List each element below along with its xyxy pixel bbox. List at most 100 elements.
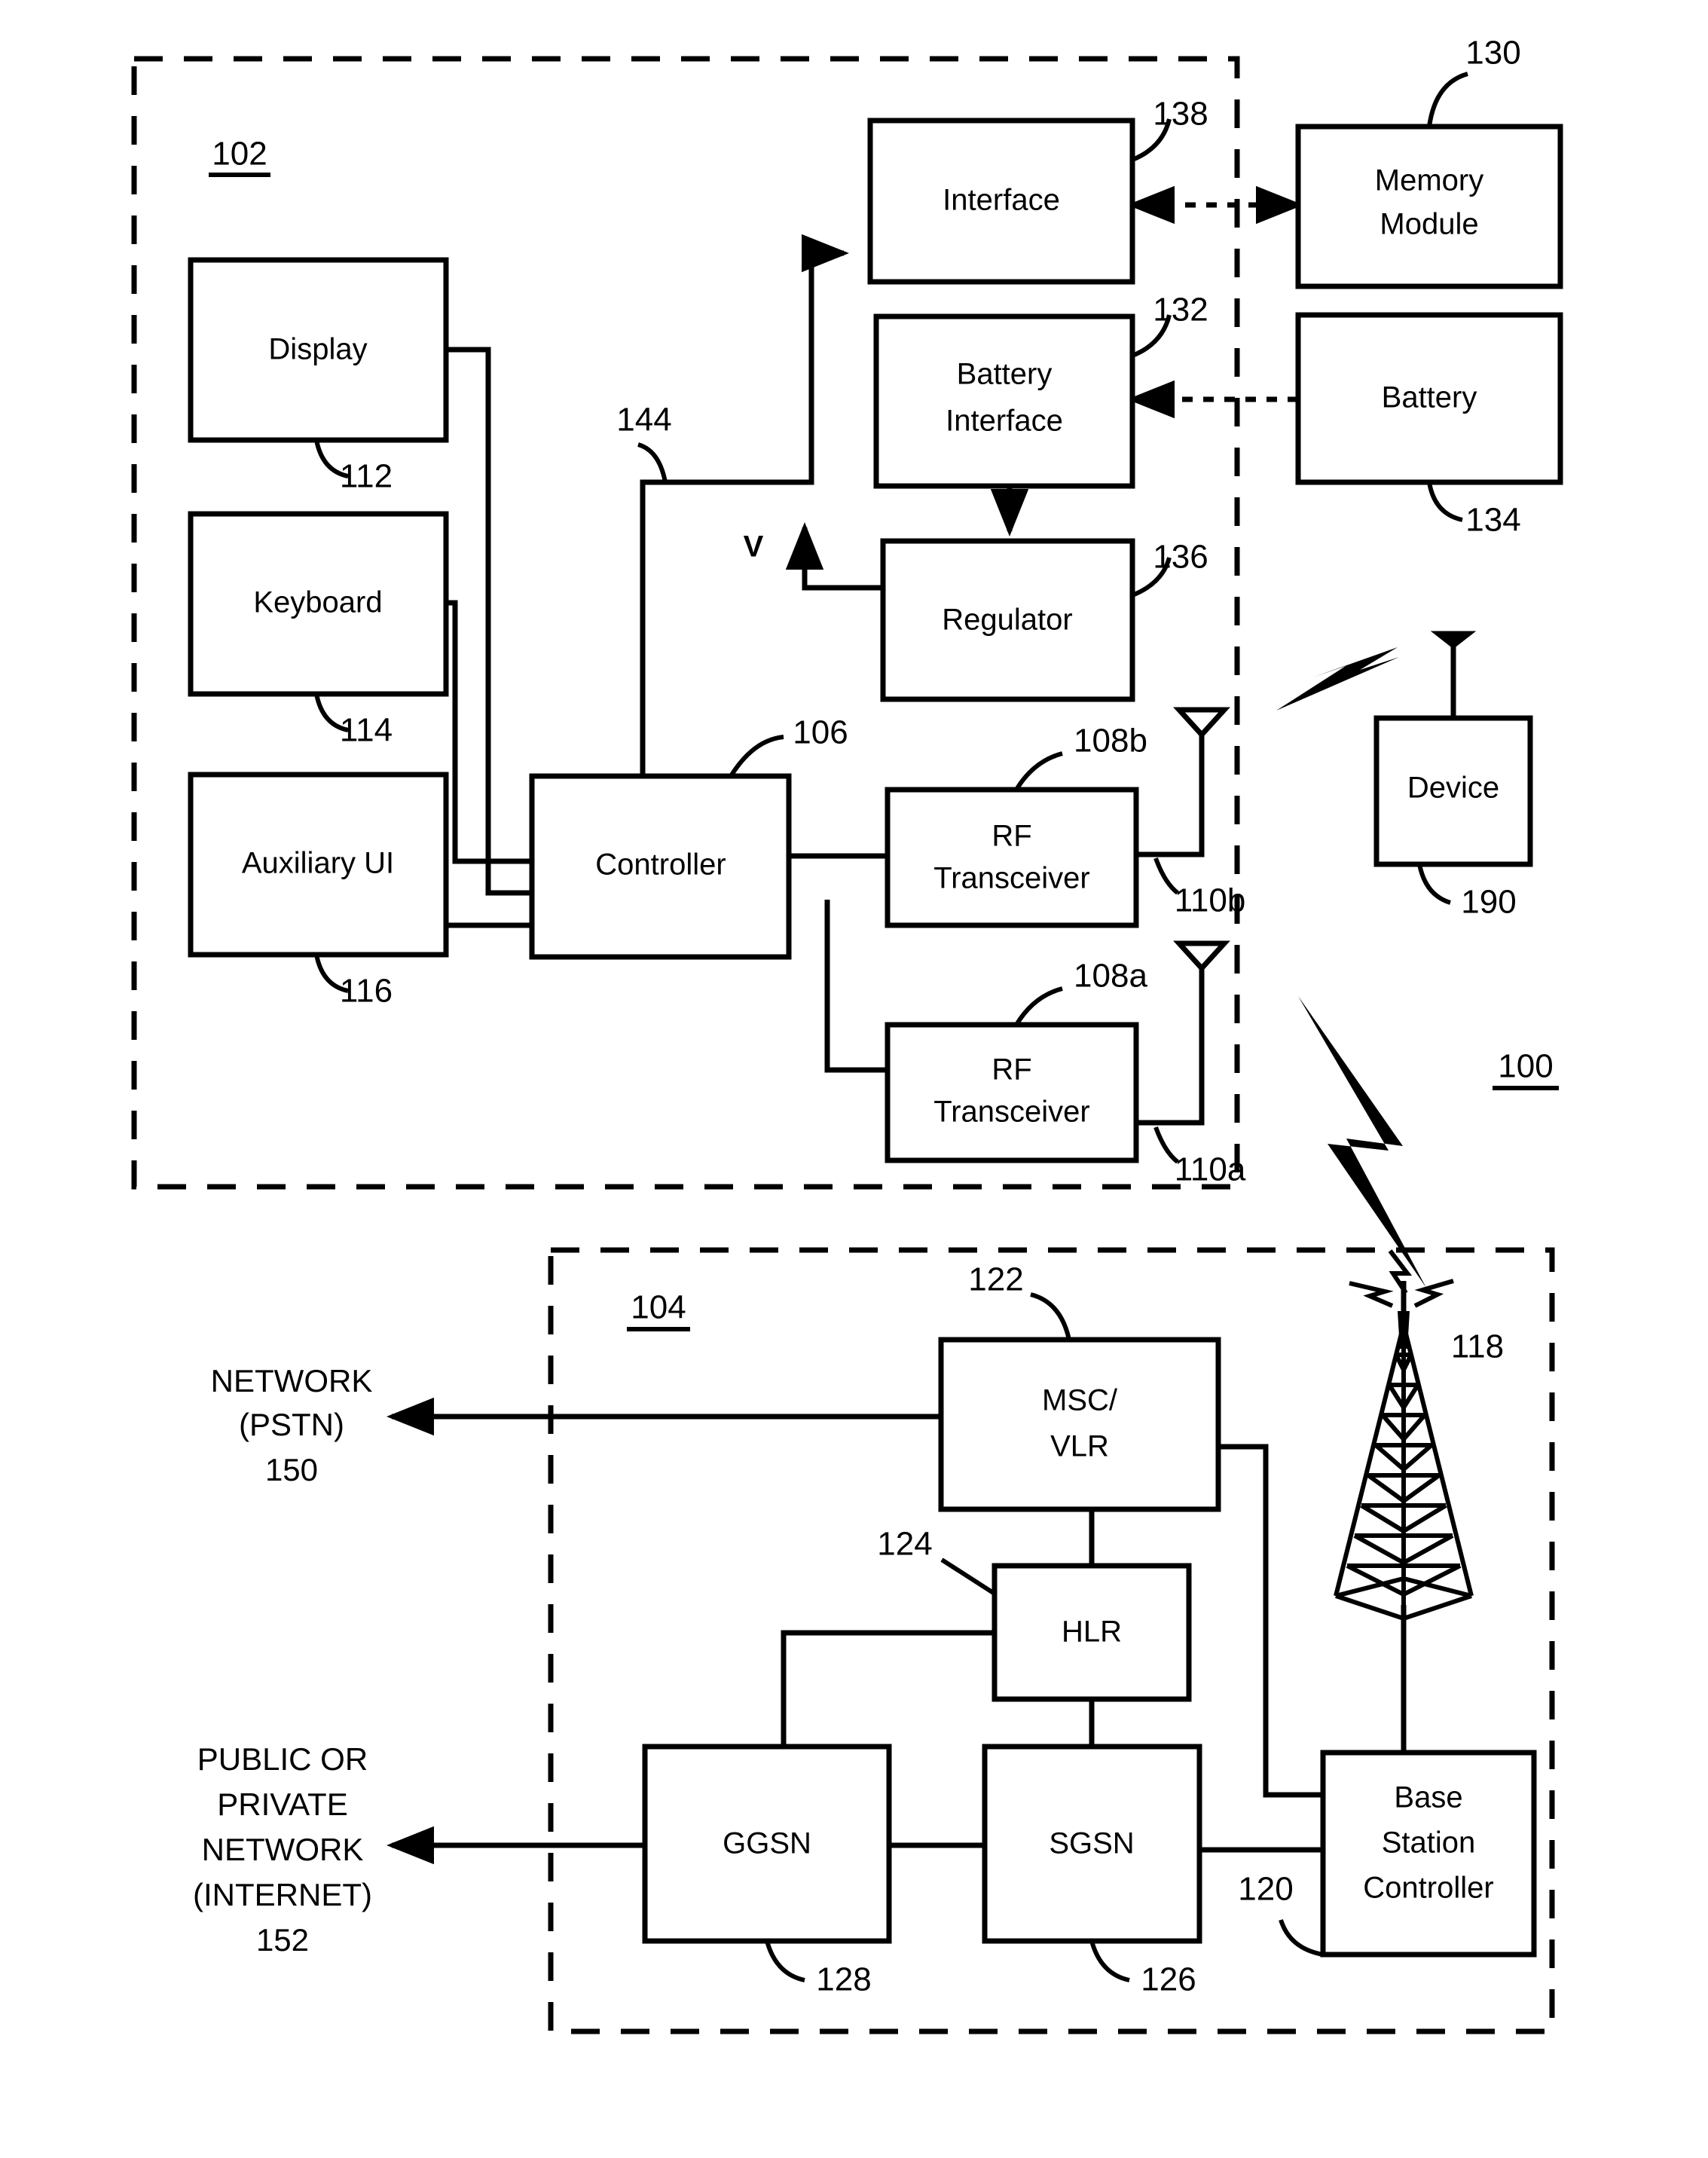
ref-110a-group: 110a xyxy=(1153,1126,1246,1188)
ref-number-136: 136 xyxy=(1153,539,1208,576)
ref-number-116: 116 xyxy=(340,973,393,1010)
ref-number-114: 114 xyxy=(340,712,393,749)
block-label-rfa-line1: RF xyxy=(991,1053,1031,1087)
ref-number-108a: 108a xyxy=(1074,958,1147,995)
block-label-auxiliary-ui: Auxiliary UI xyxy=(242,847,394,880)
block-sgsn[interactable]: SGSN xyxy=(982,1744,1202,1944)
internet-label-line1: PUBLIC OR xyxy=(197,1741,368,1777)
voltage-output-label: V xyxy=(744,530,764,564)
ref-124-group: 124 xyxy=(877,1526,996,1596)
ref-number-100: 100 xyxy=(1498,1048,1553,1085)
ref-number-112: 112 xyxy=(340,458,393,495)
block-ggsn[interactable]: GGSN xyxy=(642,1744,892,1944)
ref-110b-group: 110b xyxy=(1153,857,1246,919)
internet-ref-number: 152 xyxy=(256,1922,309,1958)
block-base-station-controller[interactable]: Base Station Controller xyxy=(1320,1750,1537,1958)
ref-number-134: 134 xyxy=(1465,502,1520,539)
ref-138-group: 138 xyxy=(1131,96,1208,162)
internet-label-line2: PRIVATE xyxy=(217,1787,347,1822)
ref-118-group: 118 xyxy=(1451,1328,1504,1365)
ref-132-group: 132 xyxy=(1131,292,1208,358)
rf-link-bolt-large xyxy=(1298,996,1426,1288)
ref-number-106: 106 xyxy=(793,714,848,751)
ref-112-group: 112 xyxy=(314,439,393,495)
block-label-device: Device xyxy=(1407,772,1499,805)
block-label-display: Display xyxy=(268,333,367,366)
block-auxiliary-ui[interactable]: Auxiliary UI xyxy=(188,772,449,958)
ref-108b-group: 108b xyxy=(1014,723,1147,791)
connector-hlr-ggsn xyxy=(781,1630,995,1747)
ref-number-120: 120 xyxy=(1238,1871,1293,1908)
internet-label-line4: (INTERNET) xyxy=(193,1877,372,1912)
block-interface[interactable]: Interface xyxy=(867,118,1135,285)
block-label-controller: Controller xyxy=(595,848,726,882)
ref-116-group: 116 xyxy=(314,954,393,1010)
block-label-memory-line1: Memory xyxy=(1375,164,1483,197)
ref-number-122: 122 xyxy=(968,1261,1023,1298)
ref-number-108b: 108b xyxy=(1074,723,1147,760)
block-label-memory-line2: Module xyxy=(1380,208,1478,241)
ref-number-190: 190 xyxy=(1461,884,1516,921)
external-network-pstn: NETWORK (PSTN) 150 xyxy=(211,1363,373,1487)
block-rf-transceiver-b[interactable]: RF Transceiver xyxy=(885,787,1139,928)
antenna-110b-icon xyxy=(1173,707,1230,739)
block-hlr[interactable]: HLR xyxy=(991,1563,1192,1702)
block-battery[interactable]: Battery xyxy=(1295,312,1563,485)
connector-auxui-controller xyxy=(443,898,532,928)
ref-number-132: 132 xyxy=(1153,292,1208,329)
ref-130-group: 130 xyxy=(1427,35,1521,127)
block-label-hlr: HLR xyxy=(1062,1615,1122,1649)
pstn-label-line2: (PSTN) xyxy=(239,1407,344,1442)
ref-100-group: 100 xyxy=(1493,1048,1559,1090)
ref-number-138: 138 xyxy=(1153,96,1208,133)
block-controller[interactable]: Controller xyxy=(529,773,792,960)
ref-number-124: 124 xyxy=(877,1526,932,1563)
ref-number-102: 102 xyxy=(212,136,267,173)
block-label-battery-interface-line1: Battery xyxy=(957,358,1053,391)
ref-number-144: 144 xyxy=(616,402,671,439)
ref-number-128: 128 xyxy=(816,1961,871,1998)
block-keyboard[interactable]: Keyboard xyxy=(188,511,449,697)
antenna-device-icon xyxy=(1430,631,1477,718)
block-label-ggsn: GGSN xyxy=(723,1827,811,1860)
block-label-bsc-line3: Controller xyxy=(1363,1872,1493,1905)
ref-102-group: 102 xyxy=(209,136,270,177)
ref-144-group: 144 xyxy=(616,402,672,483)
block-label-bsc-line1: Base xyxy=(1394,1781,1462,1814)
connector-display-controller xyxy=(446,347,532,896)
block-regulator[interactable]: Regulator xyxy=(880,538,1135,702)
connector-bus-144 xyxy=(640,234,849,776)
ref-190-group: 190 xyxy=(1417,864,1517,921)
ref-128-group: 128 xyxy=(765,1940,872,1998)
ref-108a-group: 108a xyxy=(1014,958,1147,1026)
pstn-label-line1: NETWORK xyxy=(211,1363,373,1398)
ref-126-group: 126 xyxy=(1089,1940,1196,1998)
ref-134-group: 134 xyxy=(1427,481,1521,539)
ref-120-group: 120 xyxy=(1238,1871,1324,1957)
pstn-ref-number: 150 xyxy=(265,1452,318,1487)
block-label-sgsn: SGSN xyxy=(1049,1827,1134,1860)
block-label-rfa-line2: Transceiver xyxy=(933,1096,1089,1129)
block-rf-transceiver-a[interactable]: RF Transceiver xyxy=(885,1022,1139,1163)
connector-regulator-voltage xyxy=(785,522,883,591)
external-network-internet: PUBLIC OR PRIVATE NETWORK (INTERNET) 152 xyxy=(193,1741,372,1958)
antenna-110a-icon xyxy=(1173,940,1230,973)
ref-number-130: 130 xyxy=(1465,35,1520,72)
cell-tower-icon xyxy=(1334,1249,1474,1622)
block-label-regulator: Regulator xyxy=(942,604,1072,637)
ref-106-group: 106 xyxy=(729,714,848,778)
ref-104-group: 104 xyxy=(627,1289,690,1331)
block-memory-module[interactable]: Memory Module xyxy=(1295,124,1563,289)
block-msc-vlr[interactable]: MSC/ VLR xyxy=(938,1337,1221,1512)
block-label-keyboard: Keyboard xyxy=(253,586,382,619)
internet-label-line3: NETWORK xyxy=(202,1832,364,1867)
block-battery-interface[interactable]: Battery Interface xyxy=(873,313,1135,489)
rf-link-bolt-small xyxy=(1276,647,1399,711)
block-display[interactable]: Display xyxy=(188,257,449,443)
patent-figure-page: Display Keyboard Auxiliary UI Controller… xyxy=(0,0,1708,2158)
block-label-rfb-line2: Transceiver xyxy=(933,862,1089,895)
ref-number-110b: 110b xyxy=(1175,882,1246,919)
block-label-battery: Battery xyxy=(1382,381,1477,414)
block-device[interactable]: Device xyxy=(1373,715,1533,867)
block-label-battery-interface-line2: Interface xyxy=(946,405,1063,438)
